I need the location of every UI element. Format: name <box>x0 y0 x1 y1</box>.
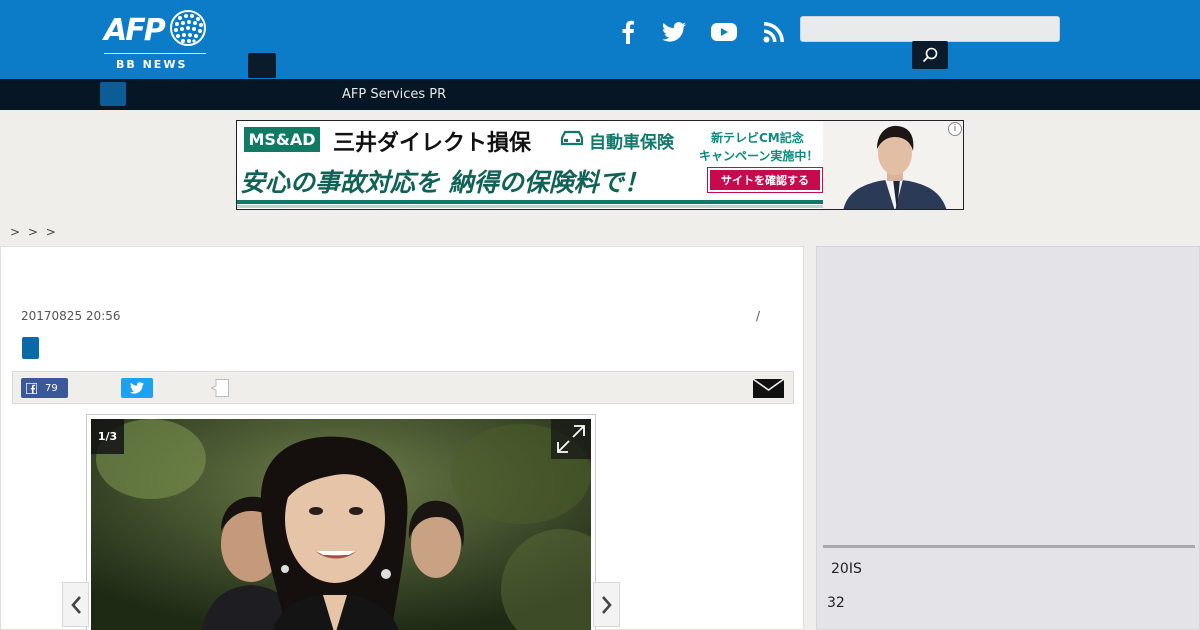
rss-icon <box>763 22 784 43</box>
gallery-photo[interactable]: 1/3 <box>91 419 591 630</box>
ad-product: 自動車保険 <box>589 133 674 153</box>
category-tag[interactable] <box>22 337 39 359</box>
ad-info-icon[interactable]: i <box>948 122 962 136</box>
chevron-left-icon <box>70 595 81 614</box>
sidebar-divider <box>823 545 1195 548</box>
article: 20170825 20:56 / 79 1/3 <box>0 246 804 630</box>
ad-person-photo <box>823 121 963 209</box>
gallery-next-button[interactable] <box>593 582 620 627</box>
nav-item-afp-services-pr[interactable]: AFP Services PR <box>342 87 446 102</box>
sidebar-text-2[interactable]: 32 <box>827 595 845 611</box>
globe-icon <box>170 10 206 46</box>
twitter-share-button[interactable] <box>121 378 153 398</box>
car-icon <box>560 130 584 146</box>
search-button[interactable] <box>912 41 948 69</box>
sidebar-text-1[interactable]: 20IS <box>831 561 862 577</box>
ad-cta-button[interactable]: サイトを確認する <box>707 167 823 193</box>
logo-afp-text: AFP <box>104 13 166 48</box>
article-meta-separator: / <box>756 309 761 323</box>
expand-button[interactable] <box>551 419 591 459</box>
twitter-icon <box>662 22 686 42</box>
facebook-icon <box>622 20 634 44</box>
twitter-link[interactable] <box>660 18 688 46</box>
article-date: 20170825 20:56 <box>21 309 121 323</box>
ad-campaign-line2: キャンペーン実施中！ <box>699 149 819 163</box>
youtube-link[interactable] <box>710 18 738 46</box>
menu-button[interactable] <box>248 53 276 78</box>
mail-icon[interactable] <box>753 379 784 398</box>
facebook-icon <box>26 382 37 394</box>
afp-bb-news-logo[interactable]: AFP BB NEWS <box>104 9 208 72</box>
logo-divider <box>104 53 206 54</box>
gallery-counter: 1/3 <box>91 419 124 454</box>
search-icon <box>922 47 938 63</box>
logo-subtitle: BB NEWS <box>116 58 188 71</box>
ad-logo: MS&AD <box>244 127 320 152</box>
facebook-share-button[interactable]: 79 <box>21 378 68 398</box>
ad-headline: 安心の事故対応を 納得の保険料で！ <box>240 168 649 197</box>
photo-image <box>91 419 591 630</box>
site-header: AFP BB NEWS <box>0 0 1200 79</box>
facebook-link[interactable] <box>614 18 642 46</box>
nav-home-button[interactable] <box>100 82 126 106</box>
main-nav: AFP Services PR <box>0 79 1200 110</box>
rss-link[interactable] <box>760 18 788 46</box>
banner-ad[interactable]: MS&AD 三井ダイレクト損保 自動車保険 新テレビCM記念 キャンペーン実施中… <box>236 120 964 210</box>
ad-brand: 三井ダイレクト損保 <box>333 131 532 156</box>
count-bubble-icon[interactable] <box>211 379 229 397</box>
sidebar: 20IS 32 <box>816 246 1200 630</box>
twitter-icon <box>130 382 144 394</box>
chevron-right-icon <box>601 595 612 614</box>
expand-icon <box>557 425 585 453</box>
share-bar: 79 <box>12 371 794 404</box>
gallery-prev-button[interactable] <box>62 582 89 627</box>
breadcrumb[interactable]: > > > <box>10 225 58 239</box>
photo-gallery: 1/3 <box>86 414 596 630</box>
youtube-icon <box>711 23 737 41</box>
search-input[interactable] <box>800 16 1060 42</box>
facebook-share-count: 79 <box>45 382 58 394</box>
ad-campaign-line1: 新テレビCM記念 <box>711 131 804 145</box>
